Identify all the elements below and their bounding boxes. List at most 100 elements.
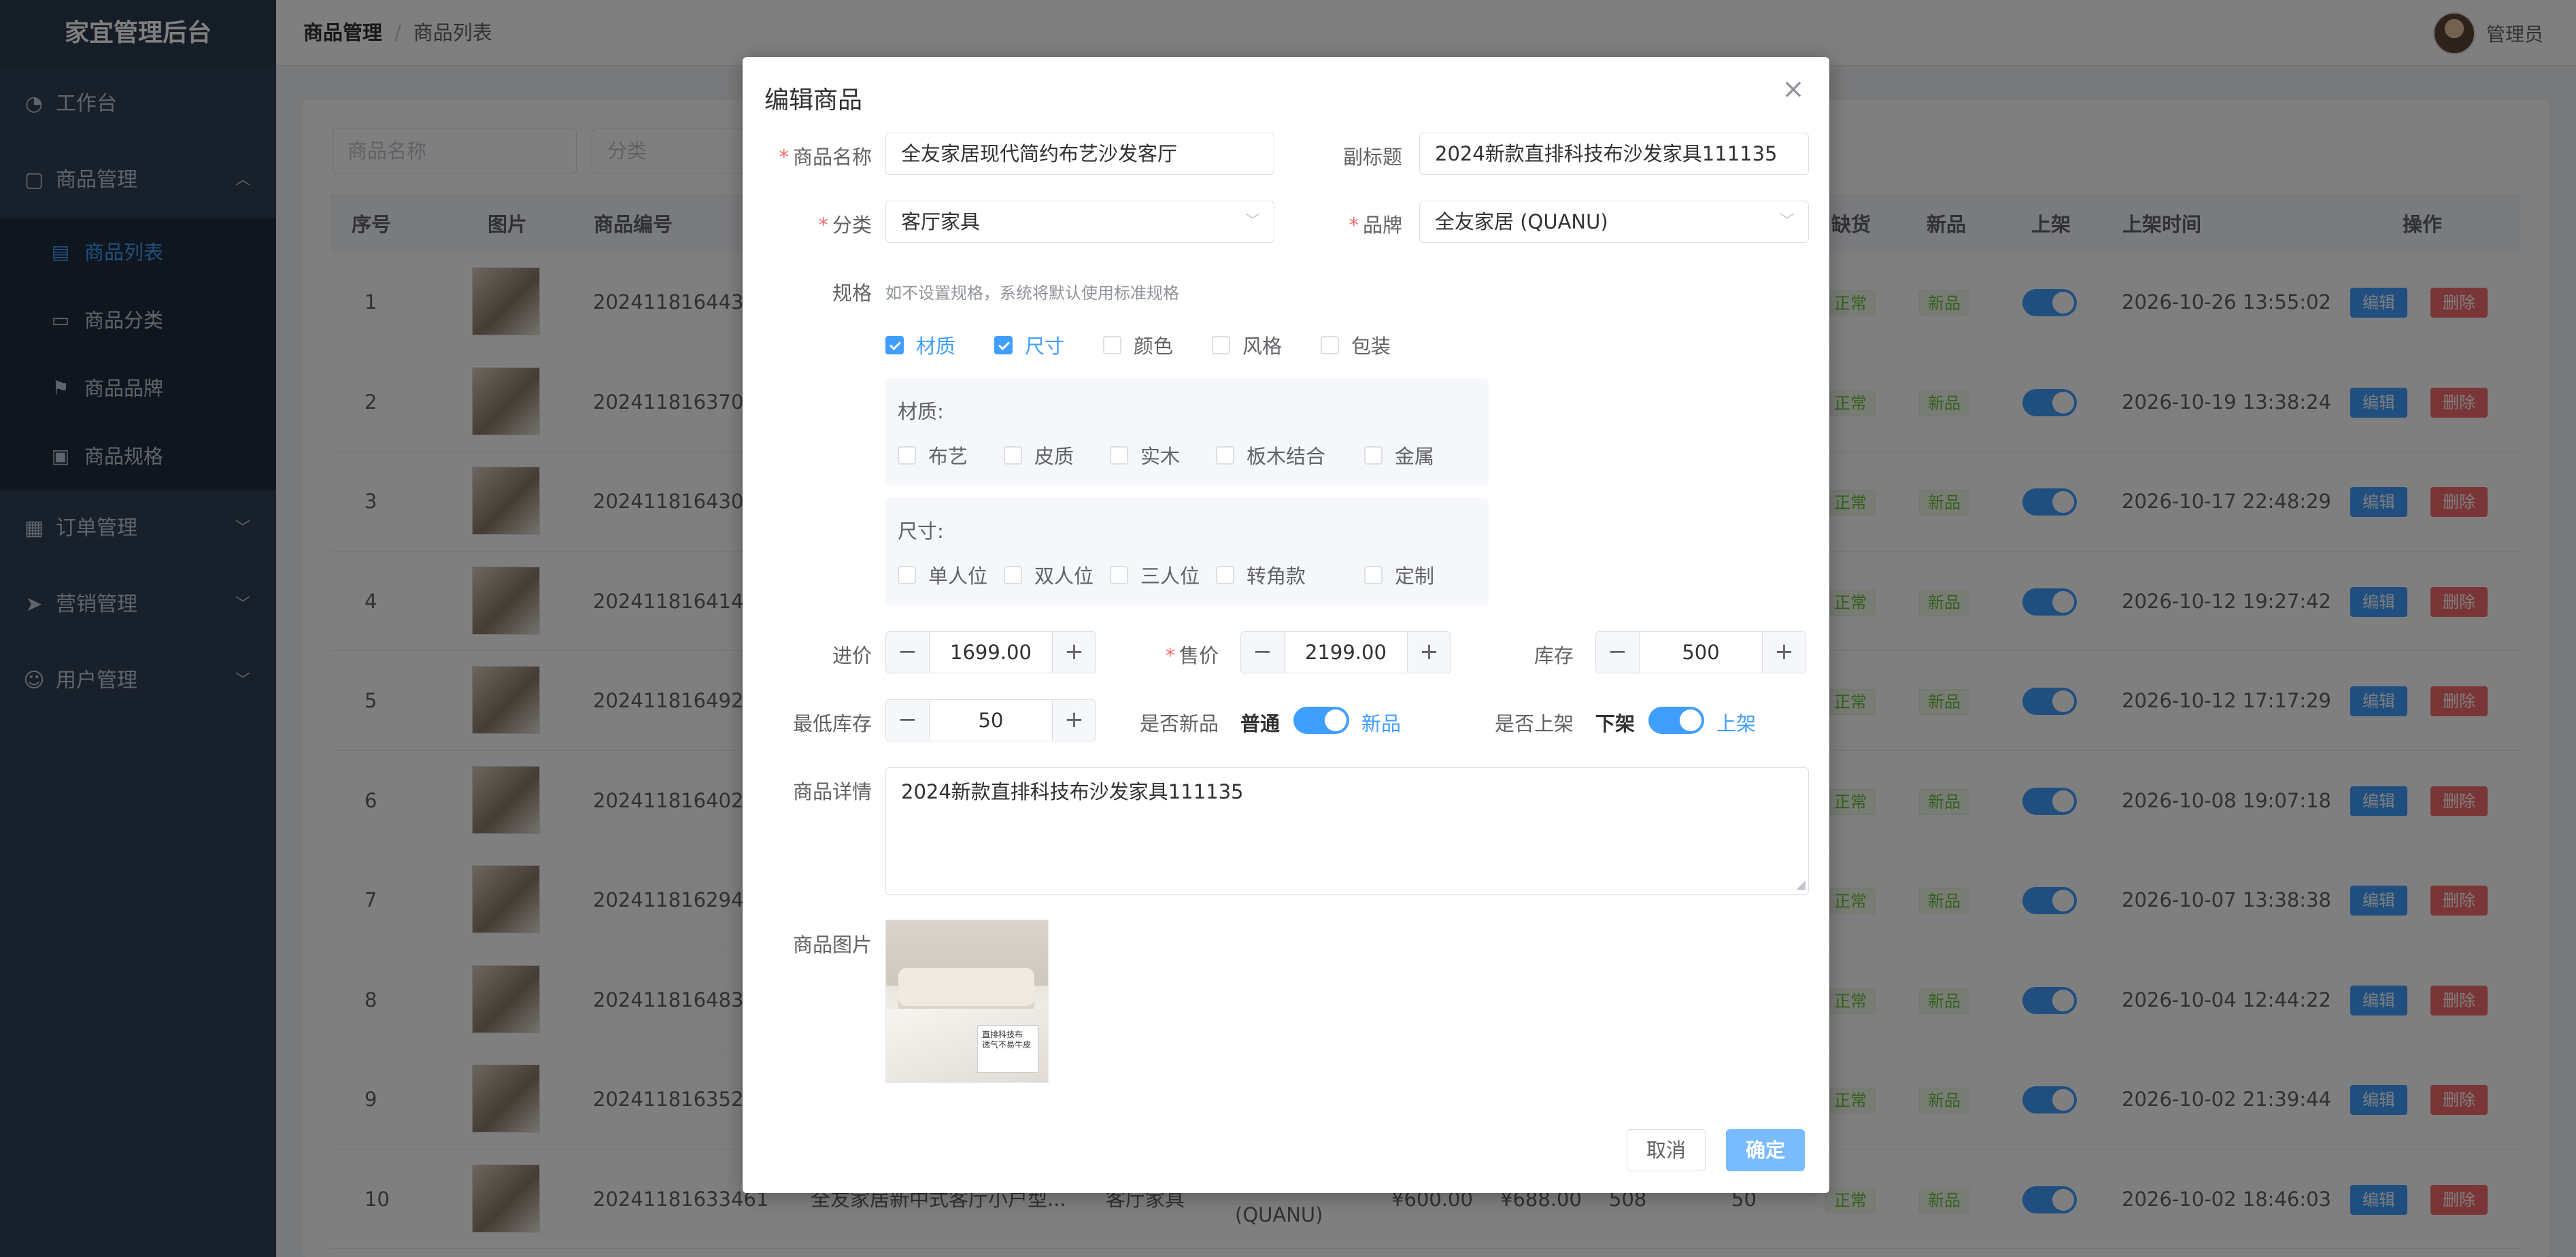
cost-plus-button[interactable]: + — [1052, 632, 1096, 673]
price-value[interactable]: 2199.00 — [1285, 632, 1407, 673]
checkbox-icon[interactable] — [1216, 446, 1234, 465]
is-new-label: 是否新品 — [1139, 712, 1219, 735]
stock-stepper[interactable]: − 500 + — [1595, 631, 1806, 673]
stock-label: 库存 — [1533, 644, 1574, 667]
checkbox-icon[interactable] — [1216, 565, 1234, 584]
material-option-checkbox-label: 皮质 — [1034, 445, 1074, 468]
brand-select[interactable]: 全友家居 (QUANU) ﹀ — [1419, 201, 1809, 243]
checkbox-icon[interactable] — [1321, 335, 1339, 354]
checkbox-icon[interactable] — [994, 335, 1013, 354]
on-shelf-off-text[interactable]: 下架 — [1595, 708, 1635, 737]
edit-product-dialog: 编辑商品 × * 商品名称 全友家居现代简约布艺沙发客厅 副标题 2024新款直排… — [743, 57, 1829, 1193]
size-options-box: 尺寸: 单人位 双人位 三人位 转角款 定制 — [885, 498, 1489, 605]
spec-type-label: 颜色 — [1134, 335, 1174, 358]
brand-label-text: 品牌 — [1362, 214, 1402, 237]
stock-plus-button[interactable]: + — [1762, 632, 1806, 673]
checkbox-icon[interactable] — [1004, 446, 1022, 465]
material-option-checkbox[interactable]: 金属 — [1364, 441, 1434, 469]
spec-hint: 如不设置规格，系统将默认使用标准规格 — [885, 284, 1179, 303]
checkbox-icon[interactable] — [898, 446, 916, 465]
material-option-checkbox[interactable]: 实木 — [1110, 441, 1180, 469]
spec-type-label: 风格 — [1242, 335, 1283, 358]
on-shelf-switch[interactable] — [1648, 707, 1704, 734]
spec-type-label: 包装 — [1351, 335, 1391, 358]
checkbox-icon[interactable] — [1103, 335, 1121, 354]
size-option-checkbox-label: 双人位 — [1034, 565, 1094, 588]
size-option-checkbox-label: 单人位 — [928, 565, 988, 588]
subtitle-input[interactable]: 2024新款直排科技布沙发家具111135 — [1419, 133, 1809, 175]
stock-minus-button[interactable]: − — [1596, 632, 1640, 673]
is-new-switch[interactable] — [1293, 707, 1349, 734]
detail-textarea[interactable]: 2024新款直排科技布沙发家具111135 ◢ — [885, 767, 1809, 895]
size-option-checkbox[interactable]: 定制 — [1364, 560, 1434, 589]
spec-type-checkbox[interactable]: 包装 — [1321, 331, 1391, 359]
spec-type-checkbox[interactable]: 材质 — [885, 331, 955, 359]
cost-label: 进价 — [832, 644, 872, 667]
cost-stepper[interactable]: − 1699.00 + — [885, 631, 1096, 673]
on-shelf-label: 是否上架 — [1494, 712, 1574, 735]
size-option-checkbox[interactable]: 单人位 — [898, 560, 987, 589]
spec-type-checkbox[interactable]: 颜色 — [1103, 331, 1173, 359]
min-stock-minus-button[interactable]: − — [886, 700, 930, 741]
spec-type-checkbox[interactable]: 风格 — [1212, 331, 1282, 359]
stock-value[interactable]: 500 — [1640, 632, 1762, 673]
checkbox-icon[interactable] — [885, 335, 904, 354]
spec-type-checkbox[interactable]: 尺寸 — [994, 331, 1064, 359]
material-option-checkbox-label: 实木 — [1140, 445, 1181, 468]
material-options-box: 材质: 布艺 皮质 实木 板木结合 金属 — [885, 378, 1489, 486]
min-stock-plus-button[interactable]: + — [1052, 700, 1096, 741]
category-label-text: 分类 — [832, 214, 872, 237]
material-option-checkbox[interactable]: 布艺 — [898, 441, 968, 469]
checkbox-icon[interactable] — [898, 565, 916, 584]
checkbox-icon[interactable] — [1212, 335, 1230, 354]
price-label: * 售价 — [1165, 644, 1219, 667]
cost-minus-button[interactable]: − — [886, 632, 930, 673]
confirm-button[interactable]: 确定 — [1726, 1129, 1806, 1171]
material-option-checkbox[interactable]: 板木结合 — [1216, 441, 1325, 469]
checkbox-icon[interactable] — [1110, 446, 1128, 465]
checkbox-icon[interactable] — [1110, 565, 1128, 584]
image-label: 商品图片 — [792, 933, 872, 956]
material-option-checkbox[interactable]: 皮质 — [1004, 441, 1074, 469]
cost-value[interactable]: 1699.00 — [930, 632, 1052, 673]
size-option-checkbox[interactable]: 双人位 — [1004, 560, 1094, 589]
product-name-input[interactable]: 全友家居现代简约布艺沙发客厅 — [885, 133, 1274, 175]
product-image[interactable]: 直排科技布 透气不易牛皮 — [885, 920, 1049, 1083]
brand-select-value: 全友家居 (QUANU) — [1435, 210, 1608, 233]
size-option-checkbox[interactable]: 转角款 — [1216, 560, 1306, 589]
brand-label: * 品牌 — [1349, 214, 1402, 237]
category-label: * 分类 — [818, 214, 872, 237]
min-stock-label: 最低库存 — [792, 712, 872, 735]
resize-handle-icon[interactable]: ◢ — [1796, 877, 1806, 892]
material-option-checkbox-label: 金属 — [1395, 445, 1435, 468]
subtitle-label: 副标题 — [1342, 146, 1402, 169]
checkbox-icon[interactable] — [1364, 565, 1383, 584]
size-option-checkbox[interactable]: 三人位 — [1110, 560, 1200, 589]
on-shelf-on-text[interactable]: 上架 — [1716, 708, 1756, 737]
dialog-title: 编辑商品 — [764, 86, 863, 114]
spec-type-label: 材质 — [916, 335, 956, 358]
chevron-down-icon: ﹀ — [1244, 213, 1260, 230]
price-minus-button[interactable]: − — [1241, 632, 1285, 673]
close-icon[interactable]: × — [1778, 73, 1809, 105]
category-select[interactable]: 客厅家具 ﹀ — [885, 201, 1274, 243]
size-title: 尺寸: — [898, 520, 944, 543]
checkbox-icon[interactable] — [1364, 446, 1383, 465]
spec-label: 规格 — [832, 282, 872, 305]
is-new-off-text[interactable]: 普通 — [1240, 708, 1280, 737]
chevron-down-icon: ﹀ — [1779, 213, 1795, 230]
price-label-text: 售价 — [1179, 644, 1219, 667]
product-name-label-text: 商品名称 — [792, 146, 872, 169]
checkbox-icon[interactable] — [1004, 565, 1022, 584]
is-new-on-text[interactable]: 新品 — [1361, 708, 1401, 737]
size-option-checkbox-label: 三人位 — [1140, 565, 1200, 588]
material-option-checkbox-label: 板木结合 — [1247, 445, 1326, 468]
price-stepper[interactable]: − 2199.00 + — [1240, 631, 1451, 673]
cancel-button[interactable]: 取消 — [1627, 1129, 1706, 1171]
min-stock-value[interactable]: 50 — [930, 700, 1052, 741]
price-plus-button[interactable]: + — [1407, 632, 1451, 673]
spec-type-label: 尺寸 — [1025, 335, 1065, 358]
size-option-checkbox-label: 定制 — [1395, 565, 1435, 588]
min-stock-stepper[interactable]: − 50 + — [885, 699, 1096, 741]
material-title: 材质: — [898, 400, 944, 423]
